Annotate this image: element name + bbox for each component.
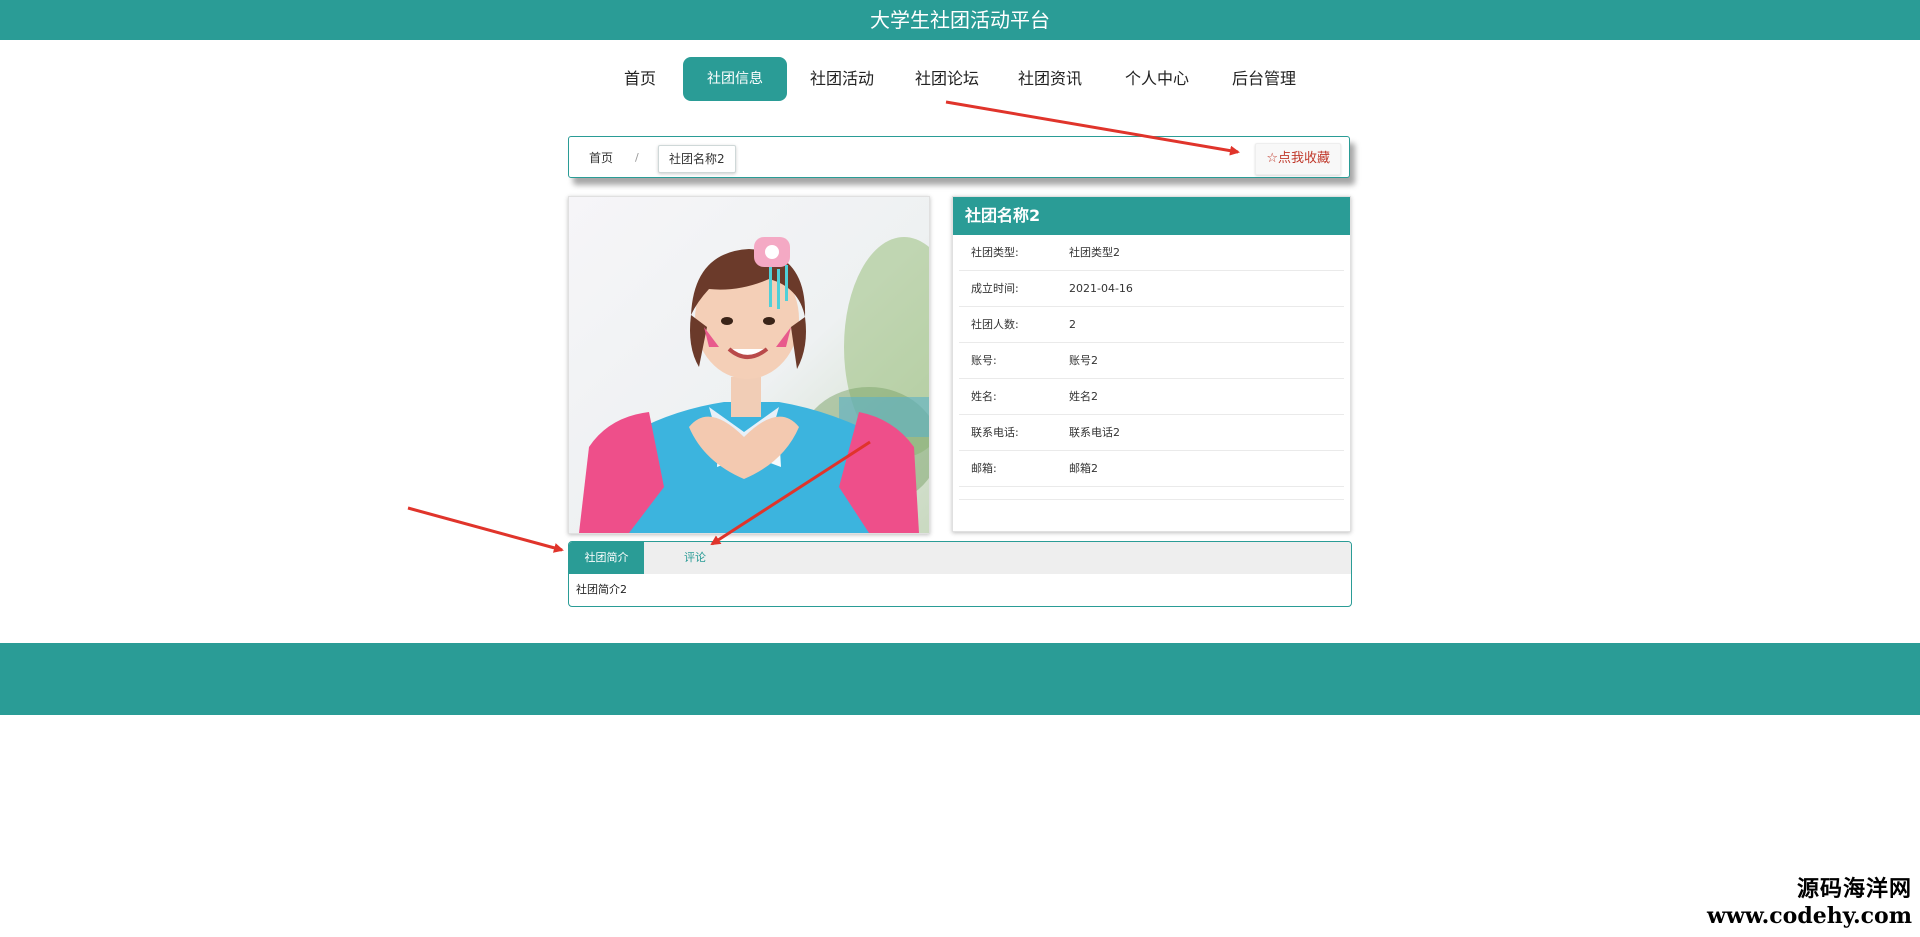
tab-comments[interactable]: 评论 xyxy=(665,542,725,574)
main-nav: 首页 社团信息 社团活动 社团论坛 社团资讯 个人中心 后台管理 xyxy=(0,57,1920,103)
nav-item-club-activities[interactable]: 社团活动 xyxy=(807,57,877,101)
info-value: 联系电话2 xyxy=(1069,426,1120,439)
club-photo-illustration xyxy=(569,197,929,533)
info-row-members: 社团人数: 2 xyxy=(959,307,1344,343)
info-label: 联系电话: xyxy=(971,426,1019,439)
info-row-founded: 成立时间: 2021-04-16 xyxy=(959,271,1344,307)
club-name-heading: 社团名称2 xyxy=(953,197,1350,235)
nav-item-admin[interactable]: 后台管理 xyxy=(1229,57,1299,101)
info-row-type: 社团类型: 社团类型2 xyxy=(959,235,1344,271)
info-row-name: 姓名: 姓名2 xyxy=(959,379,1344,415)
nav-item-club-forum[interactable]: 社团论坛 xyxy=(912,57,982,101)
info-row-account: 账号: 账号2 xyxy=(959,343,1344,379)
breadcrumb-current: 社团名称2 xyxy=(658,145,736,173)
info-row-email: 邮箱: 邮箱2 xyxy=(959,451,1344,487)
info-value: 姓名2 xyxy=(1069,390,1098,403)
app-header: 大学生社团活动平台 xyxy=(0,0,1920,40)
app-title: 大学生社团活动平台 xyxy=(870,8,1050,32)
nav-item-home[interactable]: 首页 xyxy=(620,57,660,101)
info-label: 社团人数: xyxy=(971,318,1019,331)
info-label: 社团类型: xyxy=(971,246,1019,259)
tab-content: 社团简介2 xyxy=(576,583,627,596)
info-value: 账号2 xyxy=(1069,354,1098,367)
info-value: 邮箱2 xyxy=(1069,462,1098,475)
info-value: 2021-04-16 xyxy=(1069,282,1133,295)
info-value: 社团类型2 xyxy=(1069,246,1120,259)
info-value: 2 xyxy=(1069,318,1076,331)
watermark-name: 源码海洋网 xyxy=(1796,877,1912,902)
page-footer xyxy=(0,643,1920,715)
detail-tabs: 社团简介 评论 社团简介2 xyxy=(568,541,1352,607)
watermark: 源码海洋网 www.codehy.com xyxy=(1707,877,1912,929)
favorite-button[interactable]: ☆点我收藏 xyxy=(1255,143,1341,175)
info-row-spacer xyxy=(959,487,1344,500)
info-label: 账号: xyxy=(971,354,997,367)
nav-item-club-news[interactable]: 社团资讯 xyxy=(1015,57,1085,101)
info-label: 姓名: xyxy=(971,390,997,403)
breadcrumb-separator: / xyxy=(635,151,639,164)
nav-item-club-info[interactable]: 社团信息 xyxy=(683,57,787,101)
tab-club-intro[interactable]: 社团简介 xyxy=(569,542,644,574)
watermark-url: www.codehy.com xyxy=(1707,903,1912,929)
info-label: 邮箱: xyxy=(971,462,997,475)
arrow-to-intro-tab xyxy=(407,506,564,553)
club-photo xyxy=(568,196,930,534)
tab-bar: 社团简介 评论 xyxy=(569,542,1351,574)
info-label: 成立时间: xyxy=(971,282,1019,295)
breadcrumb: 首页 / 社团名称2 ☆点我收藏 xyxy=(568,136,1350,178)
nav-item-personal-center[interactable]: 个人中心 xyxy=(1122,57,1192,101)
breadcrumb-home-link[interactable]: 首页 xyxy=(589,137,613,179)
info-row-phone: 联系电话: 联系电话2 xyxy=(959,415,1344,451)
club-info-panel: 社团名称2 社团类型: 社团类型2 成立时间: 2021-04-16 社团人数:… xyxy=(952,196,1351,532)
